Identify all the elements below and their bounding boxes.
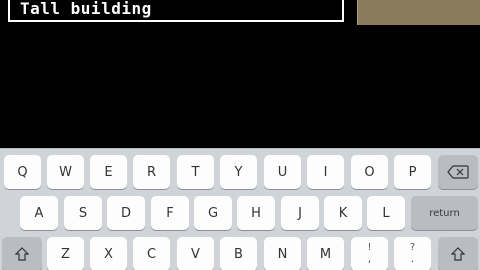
key-l[interactable]: L — [367, 196, 405, 230]
key-label: Y — [234, 164, 243, 180]
key-label: Q — [17, 164, 28, 180]
key-label: D — [120, 205, 131, 221]
key-label: G — [207, 205, 219, 221]
key-e[interactable]: E — [90, 155, 127, 189]
key-label: K — [338, 205, 348, 221]
key-label: L — [382, 205, 390, 221]
key-i[interactable]: I — [307, 155, 344, 189]
return-key[interactable]: return — [411, 196, 478, 230]
backspace-icon — [447, 165, 469, 179]
key-d[interactable]: D — [107, 196, 145, 230]
shift-key-right[interactable] — [438, 237, 478, 270]
key-label: U — [277, 164, 288, 180]
key-label: A — [34, 205, 44, 221]
key-label: T — [191, 164, 200, 180]
shift-icon — [15, 247, 29, 261]
key-g[interactable]: G — [194, 196, 232, 230]
key-label: S — [78, 205, 88, 221]
return-label: return — [429, 207, 460, 219]
key-label: C — [146, 246, 157, 262]
key-f[interactable]: F — [151, 196, 189, 230]
key-q[interactable]: Q — [4, 155, 41, 189]
key-p[interactable]: P — [394, 155, 431, 189]
key-u[interactable]: U — [264, 155, 301, 189]
key-m[interactable]: M — [307, 237, 344, 270]
key-y[interactable]: Y — [220, 155, 257, 189]
key-c[interactable]: C — [133, 237, 170, 270]
key-k[interactable]: K — [324, 196, 362, 230]
key-label: F — [166, 205, 174, 221]
key-period[interactable]: ? . — [394, 237, 431, 270]
key-label: R — [146, 164, 157, 180]
key-s[interactable]: S — [64, 196, 102, 230]
key-label: Z — [61, 246, 70, 262]
key-label: N — [277, 246, 288, 262]
key-label: P — [408, 164, 417, 180]
key-label: X — [104, 246, 113, 262]
key-j[interactable]: J — [281, 196, 319, 230]
key-comma[interactable]: ! , — [351, 237, 388, 270]
key-w[interactable]: W — [47, 155, 84, 189]
key-a[interactable]: A — [20, 196, 58, 230]
screen: Tall building Q W E R T Y U I O P A S D … — [0, 0, 480, 270]
search-input[interactable]: Tall building — [8, 0, 344, 22]
key-label: E — [104, 164, 113, 180]
on-screen-keyboard: Q W E R T Y U I O P A S D F G H J K L re… — [0, 148, 480, 270]
key-v[interactable]: V — [177, 237, 214, 270]
shift-icon — [451, 247, 465, 261]
key-label: . — [410, 254, 415, 265]
key-label: J — [298, 205, 302, 221]
key-alt-label: ? — [409, 242, 416, 253]
key-label: V — [191, 246, 200, 262]
key-label: W — [59, 164, 72, 180]
key-x[interactable]: X — [90, 237, 127, 270]
shift-key-left[interactable] — [2, 237, 42, 270]
key-label: , — [367, 254, 372, 265]
key-o[interactable]: O — [351, 155, 388, 189]
key-alt-label: ! — [367, 242, 372, 253]
top-right-button[interactable] — [357, 0, 480, 25]
key-h[interactable]: H — [237, 196, 275, 230]
key-t[interactable]: T — [177, 155, 214, 189]
delete-key[interactable] — [438, 155, 478, 189]
key-label: M — [319, 246, 332, 262]
key-label: I — [323, 164, 328, 180]
key-z[interactable]: Z — [47, 237, 84, 270]
key-label: H — [251, 205, 261, 221]
search-input-value: Tall building — [20, 0, 152, 18]
key-n[interactable]: N — [264, 237, 301, 270]
key-label: O — [364, 164, 375, 180]
key-label: B — [234, 246, 243, 262]
key-r[interactable]: R — [133, 155, 170, 189]
key-b[interactable]: B — [220, 237, 257, 270]
